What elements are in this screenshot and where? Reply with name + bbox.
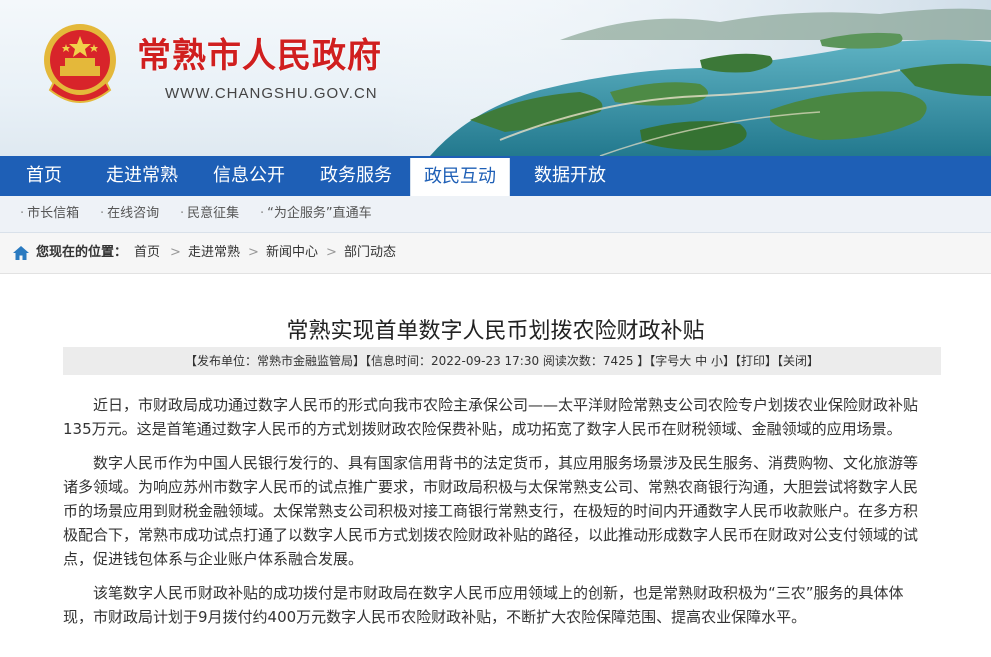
article-title: 常熟实现首单数字人民币划拨农险财政补贴 — [286, 319, 705, 344]
nav-item-info-disclosure[interactable]: 信息公开 — [197, 156, 301, 196]
breadcrumb-separator: > — [170, 245, 181, 260]
breadcrumb-about-changshu[interactable]: 走进常熟 — [188, 233, 240, 273]
article-paragraph: 数字人民币作为中国人民银行发行的、具有国家信用背书的法定货币，其应用服务场景涉及… — [63, 454, 919, 568]
meta-publisher: 【发布单位：常熟市金融监管局】 — [184, 354, 365, 368]
subnav-item-opinion-collection[interactable]: · 民意征集 — [180, 196, 239, 232]
banner-scenery-image — [380, 0, 991, 156]
nav-item-interaction[interactable]: 政民互动 — [410, 158, 510, 196]
breadcrumb-home[interactable]: 首页 — [134, 233, 160, 273]
home-icon — [13, 246, 29, 260]
nav-item-open-data[interactable]: 数据开放 — [518, 156, 622, 196]
subnav-item-enterprise-service[interactable]: · “为企服务”直通车 — [260, 196, 372, 232]
subnav-item-label: 在线咨询 — [107, 206, 160, 221]
site-url: WWW.CHANGSHU.GOV.CN — [165, 85, 378, 102]
subnav-item-online-consult[interactable]: · 在线咨询 — [100, 196, 159, 232]
breadcrumb-dept-news[interactable]: 部门动态 — [344, 233, 396, 273]
font-size-large-link[interactable]: 大 — [679, 354, 691, 368]
subnav-item-label: “为企服务”直通车 — [267, 206, 372, 221]
bullet-icon: · — [20, 206, 25, 221]
breadcrumb-news-center[interactable]: 新闻中心 — [266, 233, 318, 273]
print-link[interactable]: 【打印】 — [735, 354, 777, 368]
bullet-icon: · — [260, 206, 265, 221]
meta-font-suffix: 】 — [723, 354, 736, 368]
meta-font-prefix: 【字号 — [649, 354, 680, 368]
nav-item-home[interactable]: 首页 — [0, 156, 88, 196]
bullet-icon: · — [100, 206, 105, 221]
bullet-icon: · — [180, 206, 185, 221]
nav-item-about-changshu[interactable]: 走进常熟 — [90, 156, 194, 196]
subnav-item-label: 市长信箱 — [27, 206, 80, 221]
close-link[interactable]: 【关闭】 — [777, 354, 819, 368]
national-emblem-icon — [40, 22, 120, 106]
article-meta-bar: 【发布单位：常熟市金融监管局】【信息时间：2022-09-23 17:30 阅读… — [63, 347, 941, 375]
breadcrumb-separator: > — [326, 245, 337, 260]
nav-item-gov-services[interactable]: 政务服务 — [304, 156, 408, 196]
article-paragraph: 该笔数字人民币财政补贴的成功拨付是市财政局在数字人民币应用领域上的创新，也是常熟… — [63, 584, 904, 626]
site-title[interactable]: 常熟市人民政府 — [137, 28, 382, 77]
sub-nav: · 市长信箱 · 在线咨询 · 民意征集 · “为企服务”直通车 — [0, 196, 991, 233]
article-paragraph: 近日，市财政局成功通过数字人民币的形式向我市农险主承保公司——太平洋财险常熟支公… — [63, 396, 919, 438]
main-nav: 首页 走进常熟 信息公开 政务服务 政民互动 数据开放 — [0, 156, 991, 196]
breadcrumb: 您现在的位置： 首页 > 走进常熟 > 新闻中心 > 部门动态 — [0, 233, 991, 274]
breadcrumb-label: 您现在的位置： — [36, 245, 128, 260]
subnav-item-label: 民意征集 — [187, 206, 240, 221]
article-body: 近日，市财政局成功通过数字人民币的形式向我市农险主承保公司——太平洋财险常熟支公… — [63, 393, 931, 639]
font-size-small-link[interactable]: 小 — [711, 354, 723, 368]
breadcrumb-separator: > — [248, 245, 259, 260]
meta-time: 【信息时间：2022-09-23 17:30 阅读次数：7425 】 — [364, 354, 650, 368]
site-header: 常熟市人民政府 WWW.CHANGSHU.GOV.CN — [0, 0, 991, 156]
subnav-item-mayor-mailbox[interactable]: · 市长信箱 — [20, 196, 79, 232]
font-size-medium-link[interactable]: 中 — [695, 354, 707, 368]
